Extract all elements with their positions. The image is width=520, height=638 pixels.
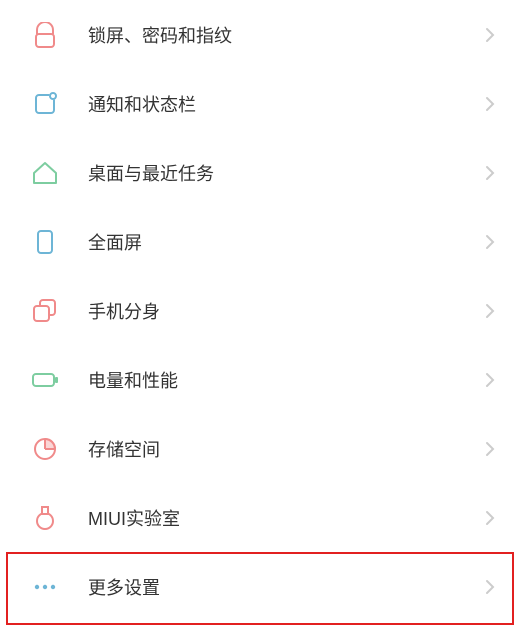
chevron-right-icon xyxy=(480,165,500,181)
settings-item-home[interactable]: 桌面与最近任务 xyxy=(0,138,520,207)
lab-icon xyxy=(30,503,60,533)
chevron-right-icon xyxy=(480,96,500,112)
chevron-right-icon xyxy=(480,234,500,250)
item-label: 存储空间 xyxy=(88,436,480,462)
settings-item-screen[interactable]: 全面屏 xyxy=(0,207,520,276)
chevron-right-icon xyxy=(480,303,500,319)
item-label: 锁屏、密码和指纹 xyxy=(88,22,480,48)
clone-icon xyxy=(30,296,60,326)
settings-item-lab[interactable]: MIUI实验室 xyxy=(0,483,520,552)
screen-icon xyxy=(30,227,60,257)
settings-item-battery[interactable]: 电量和性能 xyxy=(0,345,520,414)
settings-item-clone[interactable]: 手机分身 xyxy=(0,276,520,345)
storage-icon xyxy=(30,434,60,464)
chevron-right-icon xyxy=(480,27,500,43)
chevron-right-icon xyxy=(480,579,500,595)
item-label: 桌面与最近任务 xyxy=(88,160,480,186)
settings-item-storage[interactable]: 存储空间 xyxy=(0,414,520,483)
more-icon xyxy=(30,572,60,602)
chevron-right-icon xyxy=(480,441,500,457)
battery-icon xyxy=(30,365,60,395)
item-label: 通知和状态栏 xyxy=(88,91,480,117)
item-label: 电量和性能 xyxy=(88,367,480,393)
settings-item-lock[interactable]: 锁屏、密码和指纹 xyxy=(0,0,520,69)
home-icon xyxy=(30,158,60,188)
settings-item-notification[interactable]: 通知和状态栏 xyxy=(0,69,520,138)
item-label: 手机分身 xyxy=(88,298,480,324)
item-label: MIUI实验室 xyxy=(88,505,480,531)
item-label: 更多设置 xyxy=(88,574,480,600)
chevron-right-icon xyxy=(480,372,500,388)
notification-icon xyxy=(30,89,60,119)
item-label: 全面屏 xyxy=(88,229,480,255)
settings-item-more[interactable]: 更多设置 xyxy=(0,552,520,621)
settings-list: 锁屏、密码和指纹 通知和状态栏 桌面与最近任务 xyxy=(0,0,520,621)
lock-icon xyxy=(30,20,60,50)
chevron-right-icon xyxy=(480,510,500,526)
